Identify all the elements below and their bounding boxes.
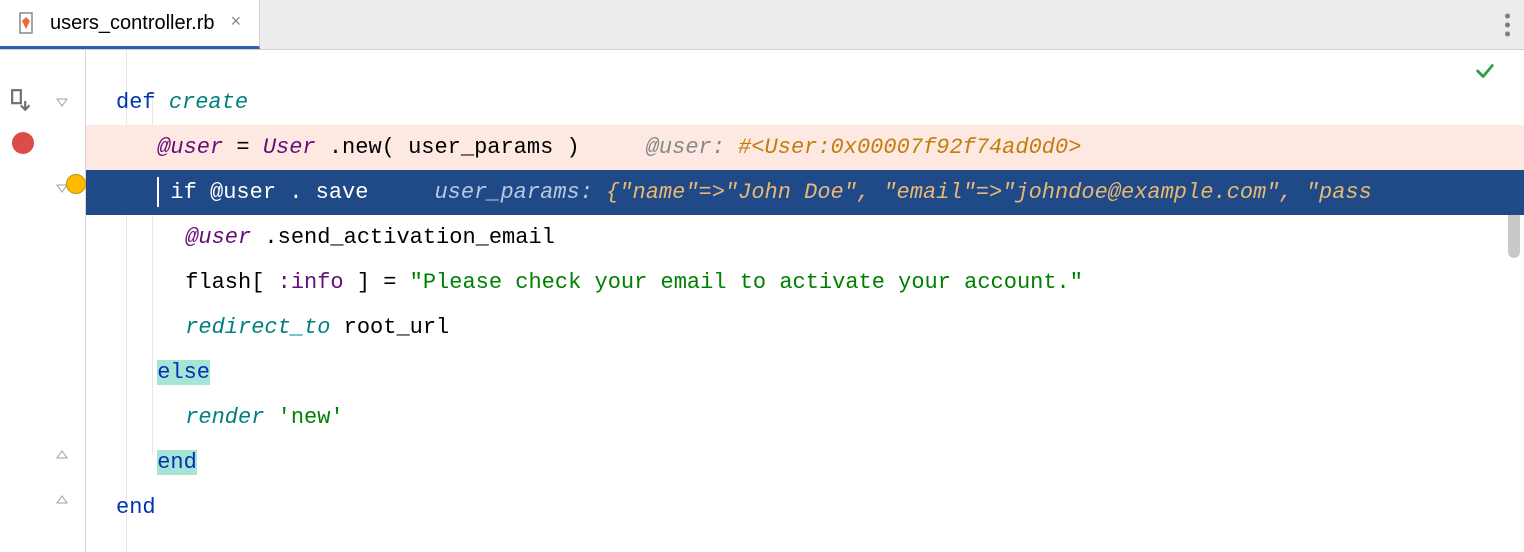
- code-area[interactable]: def create @user = User .new( user_param…: [86, 50, 1524, 552]
- gutter-fold: [46, 50, 86, 552]
- kebab-menu-icon[interactable]: [1505, 13, 1510, 36]
- ivar: @user: [210, 180, 276, 205]
- inline-hint-label: user_params:: [434, 180, 592, 205]
- fold-handle-up-icon[interactable]: [54, 490, 70, 506]
- code-line[interactable]: render 'new': [86, 395, 1524, 440]
- render: render: [185, 405, 264, 430]
- keyword: def: [116, 90, 156, 115]
- fold-handle-icon[interactable]: [54, 92, 70, 108]
- code-line[interactable]: flash[ :info ] = "Please check your emai…: [86, 260, 1524, 305]
- arg: user_params: [408, 135, 553, 160]
- string: 'new': [278, 405, 344, 430]
- code-line-execution[interactable]: if @user . save user_params: {"name"=>"J…: [86, 170, 1524, 215]
- step-into-icon[interactable]: [10, 88, 36, 121]
- class-ref: User: [263, 135, 316, 160]
- keyword-end: end: [116, 495, 156, 520]
- keyword: if: [170, 180, 196, 205]
- code-line[interactable]: end: [86, 485, 1524, 530]
- code-line-breakpoint[interactable]: @user = User .new( user_params ) @user: …: [86, 125, 1524, 170]
- dot: .: [289, 180, 302, 205]
- bracket: ] =: [357, 270, 410, 295]
- code-line[interactable]: def create: [86, 80, 1524, 125]
- paren: ): [567, 135, 580, 160]
- flash: flash[: [185, 270, 264, 295]
- breakpoint-icon[interactable]: [12, 132, 34, 154]
- arg: root_url: [344, 315, 450, 340]
- keyword-else: else: [157, 360, 210, 385]
- keyword-end: end: [157, 450, 197, 475]
- caret: [157, 177, 159, 207]
- tab-bar-actions: [1505, 13, 1510, 36]
- editor-tab[interactable]: users_controller.rb ×: [0, 0, 260, 49]
- fold-handle-up-icon[interactable]: [54, 445, 70, 461]
- tab-bar: users_controller.rb ×: [0, 0, 1524, 50]
- code-line[interactable]: end: [86, 440, 1524, 485]
- inline-hint-value: #<User:0x00007f92f74ad0d0>: [738, 135, 1081, 160]
- method-call: .send_activation_email: [264, 225, 554, 250]
- method-call: save: [316, 180, 369, 205]
- code-line[interactable]: else: [86, 350, 1524, 395]
- op: =: [236, 135, 262, 160]
- frame-arrow-group[interactable]: [66, 174, 86, 194]
- method-name: create: [169, 90, 248, 115]
- inline-hint-label: @user:: [646, 135, 725, 160]
- string: "Please check your email to activate you…: [410, 270, 1083, 295]
- editor-area: def create @user = User .new( user_param…: [0, 50, 1524, 552]
- close-tab-icon[interactable]: ×: [231, 13, 242, 33]
- code-line[interactable]: @user .send_activation_email: [86, 215, 1524, 260]
- execution-point-icon: [66, 174, 86, 194]
- ruby-file-icon: [14, 11, 38, 35]
- tab-filename: users_controller.rb: [50, 12, 215, 35]
- ivar: @user: [185, 225, 251, 250]
- redirect: redirect_to: [185, 315, 330, 340]
- call: .new(: [329, 135, 395, 160]
- symbol: :info: [278, 270, 344, 295]
- code-line[interactable]: redirect_to root_url: [86, 305, 1524, 350]
- gutter-actions: [0, 50, 46, 552]
- ivar: @user: [157, 135, 223, 160]
- inline-hint-value: {"name"=>"John Doe", "email"=>"johndoe@e…: [606, 180, 1372, 205]
